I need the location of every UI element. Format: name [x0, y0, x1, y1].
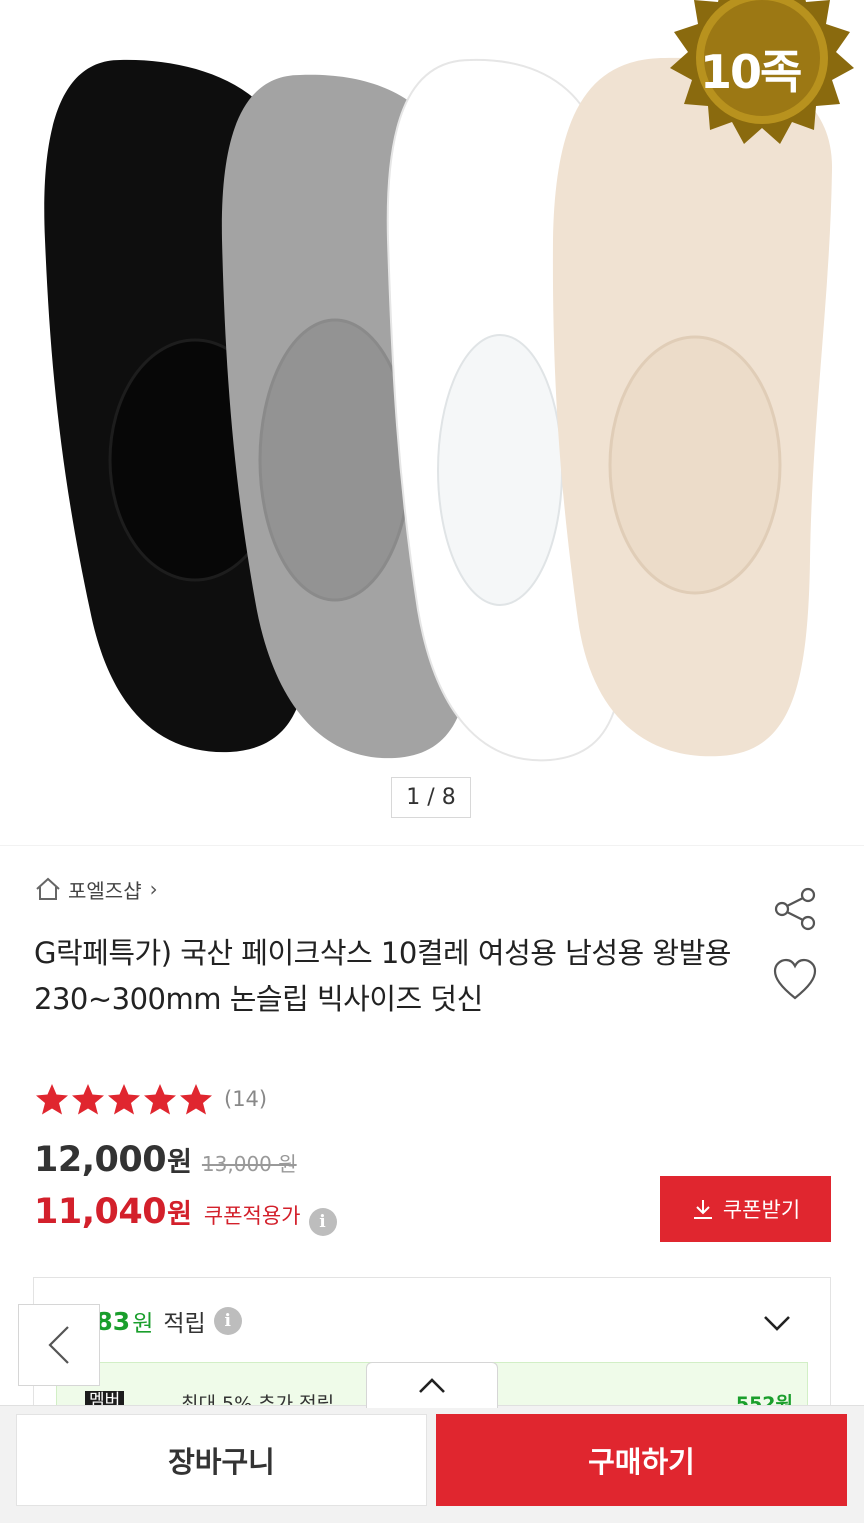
sale-price-value: 12,000	[34, 1140, 167, 1180]
star-icon	[36, 1084, 68, 1115]
buy-now-button[interactable]: 구매하기	[436, 1414, 847, 1506]
back-button[interactable]	[18, 1304, 100, 1386]
download-icon	[693, 1200, 712, 1219]
chevron-up-icon	[419, 1377, 445, 1393]
shop-link[interactable]: 포엘즈샵 ›	[34, 874, 158, 904]
product-image[interactable]: 10족 1 / 8	[0, 0, 864, 845]
info-icon[interactable]: i	[308, 1208, 337, 1236]
points-summary: 883 원 적립 i	[78, 1304, 242, 1338]
coupon-price-label: 쿠폰적용가	[203, 1204, 301, 1228]
star-rating	[34, 1082, 214, 1116]
points-label: 적립	[163, 1311, 206, 1337]
home-icon	[36, 877, 60, 900]
star-icon	[144, 1084, 176, 1115]
chevron-down-icon[interactable]	[760, 1310, 794, 1336]
chevron-right-icon: ›	[149, 877, 158, 901]
points-unit: 원	[132, 1311, 154, 1337]
chevron-left-icon	[48, 1326, 69, 1364]
get-coupon-label: 쿠폰받기	[722, 1198, 801, 1222]
star-icon	[180, 1084, 212, 1115]
original-price: 13,000 원	[201, 1152, 297, 1176]
heart-icon[interactable]	[772, 958, 818, 1002]
image-pager: 1 / 8	[391, 777, 471, 818]
sale-price: 12,000 원 13,000 원	[34, 1140, 297, 1180]
divider	[0, 845, 864, 846]
expand-toggle[interactable]	[366, 1362, 498, 1408]
product-photo	[44, 0, 854, 762]
star-icon	[108, 1084, 140, 1115]
rating[interactable]: (14)	[34, 1082, 267, 1116]
badge-10-pairs: 10족	[700, 45, 802, 99]
review-count: (14)	[224, 1087, 268, 1111]
info-icon[interactable]: i	[213, 1307, 242, 1335]
add-to-cart-button[interactable]: 장바구니	[16, 1414, 427, 1506]
product-title: G락페특가) 국산 페이크삭스 10켤레 여성용 남성용 왕발용 230~300…	[34, 936, 731, 1016]
coupon-price: 11,040 원 쿠폰적용가 i	[34, 1192, 337, 1236]
sale-price-unit: 원	[167, 1147, 192, 1178]
star-icon	[72, 1084, 104, 1115]
coupon-price-value: 11,040	[34, 1192, 167, 1232]
share-icon[interactable]	[772, 886, 818, 932]
get-coupon-button[interactable]: 쿠폰받기	[660, 1176, 831, 1242]
shop-name: 포엘즈샵	[68, 878, 142, 903]
coupon-price-unit: 원	[167, 1199, 192, 1230]
